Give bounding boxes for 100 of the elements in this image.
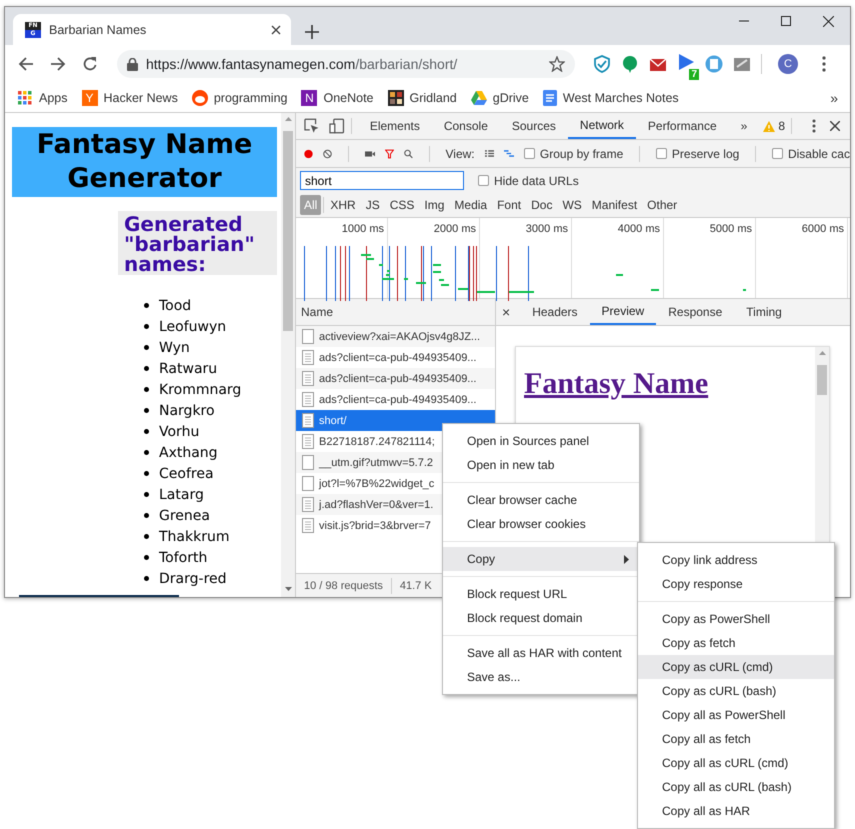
star-icon[interactable] — [549, 56, 565, 72]
waterfall-view-icon[interactable] — [504, 148, 514, 159]
document-icon — [302, 413, 314, 428]
detail-tab[interactable]: Preview — [590, 299, 656, 325]
list-view-icon[interactable] — [484, 148, 494, 159]
bullet — [144, 450, 149, 455]
bookmark[interactable]: West Marches Notes — [542, 90, 679, 106]
menu-item[interactable]: Copy all as fetch — [638, 727, 834, 751]
scrollbar[interactable] — [281, 113, 295, 597]
type-filter[interactable]: Manifest — [588, 195, 642, 215]
scroll-down-icon[interactable] — [284, 587, 292, 591]
menu-item[interactable]: Copy all as cURL (bash) — [638, 775, 834, 799]
bookmark[interactable]: Apps — [17, 90, 68, 106]
request-row[interactable]: ads?client=ca-pub-494935409... — [296, 347, 495, 368]
reload-icon[interactable] — [82, 56, 98, 72]
devtools-tab[interactable]: Sources — [500, 113, 568, 139]
device-icon[interactable] — [329, 118, 345, 134]
forward-icon[interactable] — [50, 56, 66, 72]
menu-item[interactable]: Block request URL — [443, 582, 639, 606]
bookmark[interactable]: Gridland — [388, 90, 457, 106]
detail-tab[interactable]: Timing — [734, 299, 794, 325]
more-bookmarks[interactable]: » — [830, 90, 838, 106]
timing-line — [335, 246, 336, 301]
type-filter[interactable]: Img — [420, 195, 448, 215]
checkbox[interactable] — [478, 175, 489, 186]
menu-item[interactable]: Open in Sources panel — [443, 429, 639, 453]
name-item: Wyn — [159, 340, 190, 356]
inspect-icon[interactable] — [304, 118, 320, 134]
menu-item[interactable]: Copy all as cURL (cmd) — [638, 751, 834, 775]
menu-item[interactable]: Clear browser cookies — [443, 512, 639, 536]
type-filter[interactable]: XHR — [326, 195, 360, 215]
address-bar[interactable]: https://www.fantasynamegen.com/barbarian/short/ — [117, 50, 575, 78]
more-tabs[interactable]: » — [728, 113, 760, 139]
transfer-size: 41.7 K — [400, 580, 432, 592]
menu-item[interactable]: Copy as fetch — [638, 631, 834, 655]
devtools-tab[interactable]: Console — [432, 113, 500, 139]
menu-item[interactable]: Copy as cURL (cmd) — [638, 655, 834, 679]
clipboard-icon[interactable] — [705, 55, 723, 73]
bookmark[interactable]: Y Hacker News — [82, 90, 178, 106]
close-button[interactable]: × — [502, 304, 510, 320]
menu-item[interactable]: Copy — [443, 547, 639, 571]
type-filter[interactable]: CSS — [386, 195, 418, 215]
scroll-thumb[interactable] — [817, 365, 827, 395]
request-row[interactable]: ads?client=ca-pub-494935409... — [296, 389, 495, 410]
warning-count[interactable]: 8 — [763, 119, 785, 133]
detail-tab[interactable]: Response — [656, 299, 734, 325]
menu-item[interactable]: Copy all as PowerShell — [638, 703, 834, 727]
menu-item[interactable]: Copy all as HAR — [638, 799, 834, 823]
menu-item[interactable]: Copy link address — [638, 548, 834, 572]
bookmark[interactable]: programming — [192, 90, 288, 106]
request-row[interactable]: short/ — [296, 410, 495, 431]
filter-field[interactable]: short — [300, 171, 464, 190]
bullet — [144, 555, 149, 560]
checkbox-label: Preserve log — [672, 146, 740, 160]
new-tab-icon[interactable] — [305, 25, 319, 39]
timing-line — [345, 246, 346, 301]
letter-icon: Y — [82, 90, 98, 106]
detail-tab[interactable]: Headers — [520, 299, 590, 325]
folder-icon[interactable] — [733, 55, 751, 73]
maximize-icon[interactable] — [781, 16, 791, 26]
request-row[interactable]: activeview?xai=AKAOjsv4g8JZ... — [296, 326, 495, 347]
bookmark[interactable]: gDrive — [470, 90, 529, 104]
menu-item[interactable]: Copy response — [638, 572, 834, 596]
checkbox[interactable] — [656, 148, 667, 159]
type-filter[interactable]: Media — [450, 195, 492, 215]
menu-item[interactable]: Copy as PowerShell — [638, 607, 834, 631]
bookmark[interactable]: N OneNote — [301, 90, 374, 106]
more-options-icon[interactable] — [812, 119, 816, 133]
play-icon[interactable] — [677, 52, 695, 70]
menu-item[interactable]: Copy as cURL (bash) — [638, 679, 834, 703]
checkbox[interactable] — [772, 148, 783, 159]
preview-heading[interactable]: Fantasy Name — [524, 365, 744, 402]
shield-icon[interactable] — [593, 55, 611, 73]
timing-line — [382, 246, 383, 301]
chat-bubble-icon[interactable] — [621, 55, 639, 73]
devtools-tab[interactable]: Elements — [358, 113, 432, 139]
menu-item[interactable]: Save as... — [443, 665, 639, 689]
close-icon[interactable] — [830, 121, 840, 131]
column-header[interactable]: Name — [296, 299, 495, 326]
type-filter[interactable]: Other — [643, 195, 682, 215]
menu-icon[interactable] — [822, 56, 826, 72]
checkbox[interactable] — [524, 148, 535, 159]
type-filter[interactable]: Doc — [527, 195, 556, 215]
bullet — [144, 429, 149, 434]
type-filter[interactable]: WS — [558, 195, 586, 215]
timing-line — [405, 246, 406, 301]
scroll-thumb[interactable] — [283, 131, 293, 331]
filter-icon[interactable] — [384, 146, 394, 160]
profile-avatar[interactable]: C — [778, 54, 798, 74]
menu-item[interactable]: Block request domain — [443, 606, 639, 630]
devtools-tab[interactable]: Performance — [636, 113, 729, 139]
back-icon[interactable] — [18, 56, 34, 72]
type-filter[interactable]: JS — [362, 195, 384, 215]
close-icon[interactable] — [271, 24, 281, 34]
request-row[interactable]: ads?client=ca-pub-494935409... — [296, 368, 495, 389]
devtools-tab[interactable]: Network — [568, 113, 636, 139]
type-filter[interactable]: Font — [493, 195, 526, 215]
close-icon[interactable] — [823, 16, 834, 26]
menu-item[interactable]: Save all as HAR with content — [443, 641, 639, 665]
bullet — [144, 492, 149, 497]
